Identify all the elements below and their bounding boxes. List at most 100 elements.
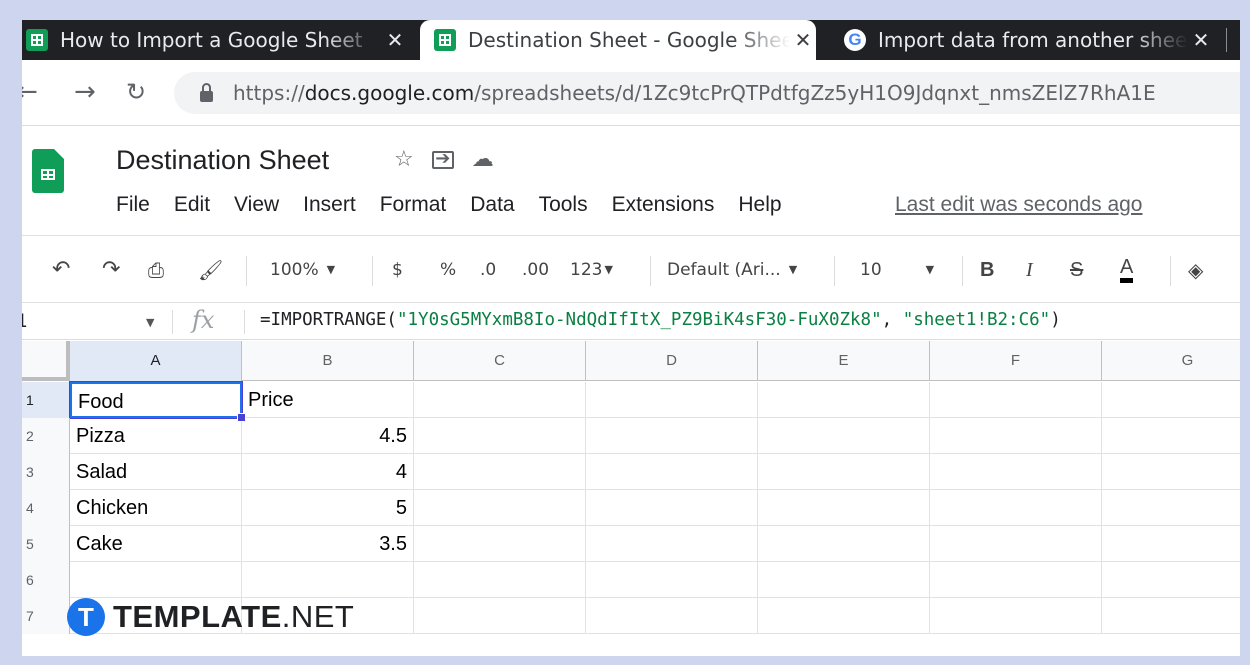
cell[interactable] <box>586 418 758 454</box>
cell[interactable] <box>414 418 586 454</box>
row-header[interactable]: 5 <box>22 526 70 562</box>
row-header[interactable]: 4 <box>22 490 70 526</box>
cell-b5[interactable]: 3.5 <box>242 526 414 562</box>
back-arrow-icon[interactable]: ← <box>22 72 38 112</box>
cell[interactable] <box>1102 526 1240 562</box>
menu-format[interactable]: Format <box>380 193 447 217</box>
bold-button[interactable]: B <box>980 256 994 284</box>
cell-a6[interactable] <box>70 562 242 598</box>
cell[interactable] <box>930 382 1102 418</box>
cell[interactable] <box>930 490 1102 526</box>
tab-destination-sheet[interactable]: Destination Sheet - Google Sheets ✕ <box>420 20 816 60</box>
cell[interactable] <box>414 562 586 598</box>
close-icon[interactable]: ✕ <box>382 28 408 52</box>
close-icon[interactable]: ✕ <box>1188 28 1214 52</box>
cell[interactable] <box>930 598 1102 634</box>
cell[interactable] <box>414 526 586 562</box>
row-header[interactable]: 7 <box>22 598 70 634</box>
cell[interactable] <box>758 418 930 454</box>
column-header-a[interactable]: A <box>70 341 242 381</box>
cell[interactable] <box>586 454 758 490</box>
row-header[interactable]: 6 <box>22 562 70 598</box>
star-icon[interactable]: ☆ <box>394 147 414 172</box>
row-header[interactable]: 1 <box>22 382 70 418</box>
cell[interactable] <box>930 454 1102 490</box>
select-all-corner[interactable] <box>22 341 70 381</box>
cell[interactable] <box>758 598 930 634</box>
column-header-c[interactable]: C <box>414 341 586 381</box>
zoom-select[interactable]: 100% ▼ <box>270 256 335 284</box>
formula-input[interactable]: =IMPORTRANGE("1Y0sG5MYxmB8Io-NdQdIfItX_P… <box>260 310 1061 330</box>
column-header-g[interactable]: G <box>1102 341 1240 381</box>
cell-a5[interactable]: Cake <box>70 526 242 562</box>
move-folder-icon[interactable]: ➔ <box>431 150 454 169</box>
cell[interactable] <box>586 490 758 526</box>
cell[interactable] <box>1102 382 1240 418</box>
url-field[interactable]: https://docs.google.com/spreadsheets/d/1… <box>174 72 1240 114</box>
chevron-down-icon[interactable]: ▼ <box>146 316 154 329</box>
last-edit-link[interactable]: Last edit was seconds ago <box>895 193 1143 217</box>
cell[interactable] <box>758 526 930 562</box>
menu-tools[interactable]: Tools <box>539 193 588 217</box>
cell[interactable] <box>758 562 930 598</box>
cell[interactable] <box>414 490 586 526</box>
print-icon[interactable]: ⎙ <box>148 256 164 284</box>
document-title[interactable]: Destination Sheet <box>116 145 329 176</box>
undo-icon[interactable]: ↶ <box>52 256 70 284</box>
cell[interactable] <box>586 382 758 418</box>
column-header-b[interactable]: B <box>242 341 414 381</box>
sheets-logo-icon[interactable] <box>32 149 64 193</box>
cell[interactable] <box>1102 418 1240 454</box>
more-formats-button[interactable]: 123 ▼ <box>570 256 613 284</box>
cell[interactable] <box>1102 598 1240 634</box>
menu-edit[interactable]: Edit <box>174 193 210 217</box>
currency-button[interactable]: $ <box>392 256 403 284</box>
cell[interactable] <box>930 562 1102 598</box>
cell[interactable] <box>930 526 1102 562</box>
cell-b6[interactable] <box>242 562 414 598</box>
cell-b1[interactable]: Price <box>242 382 414 418</box>
column-header-f[interactable]: F <box>930 341 1102 381</box>
paint-format-icon[interactable]: 🖌 <box>198 256 223 284</box>
name-box[interactable]: 1 <box>22 310 27 332</box>
text-color-button[interactable]: A <box>1120 256 1134 283</box>
menu-help[interactable]: Help <box>738 193 781 217</box>
increase-decimal-button[interactable]: .00 <box>522 256 549 284</box>
menu-data[interactable]: Data <box>470 193 514 217</box>
menu-insert[interactable]: Insert <box>303 193 356 217</box>
cell[interactable] <box>1102 562 1240 598</box>
menu-file[interactable]: File <box>116 193 150 217</box>
cell-a4[interactable]: Chicken <box>70 490 242 526</box>
cell[interactable] <box>586 526 758 562</box>
cell[interactable] <box>414 598 586 634</box>
cell-a2[interactable]: Pizza <box>70 418 242 454</box>
cell[interactable] <box>758 382 930 418</box>
fill-color-icon[interactable]: ◈ <box>1188 256 1203 284</box>
cell-b3[interactable]: 4 <box>242 454 414 490</box>
cell[interactable] <box>414 454 586 490</box>
tab-import-data[interactable]: G Import data from another sheet ✕ <box>830 20 1214 60</box>
row-header[interactable]: 3 <box>22 454 70 490</box>
decrease-decimal-button[interactable]: .0 <box>480 256 496 284</box>
column-header-e[interactable]: E <box>758 341 930 381</box>
cell[interactable] <box>758 490 930 526</box>
cloud-status-icon[interactable]: ☁ <box>472 147 494 172</box>
cell[interactable] <box>758 454 930 490</box>
cell[interactable] <box>586 562 758 598</box>
italic-button[interactable]: I <box>1026 256 1033 284</box>
strikethrough-button[interactable]: S <box>1070 256 1083 284</box>
menu-view[interactable]: View <box>234 193 279 217</box>
close-icon[interactable]: ✕ <box>790 28 816 52</box>
cell[interactable] <box>930 418 1102 454</box>
cell-b2[interactable]: 4.5 <box>242 418 414 454</box>
cell[interactable] <box>414 382 586 418</box>
tab-how-to-import[interactable]: How to Import a Google Sheet ✕ <box>22 20 408 60</box>
row-header[interactable]: 2 <box>22 418 70 454</box>
reload-icon[interactable]: ↻ <box>126 72 146 112</box>
cell[interactable] <box>1102 490 1240 526</box>
column-header-d[interactable]: D <box>586 341 758 381</box>
cell-a1[interactable]: Food <box>69 381 243 419</box>
redo-icon[interactable]: ↷ <box>102 256 120 284</box>
font-select[interactable]: Default (Ari... ▼ <box>667 256 797 284</box>
percent-button[interactable]: % <box>440 256 456 284</box>
